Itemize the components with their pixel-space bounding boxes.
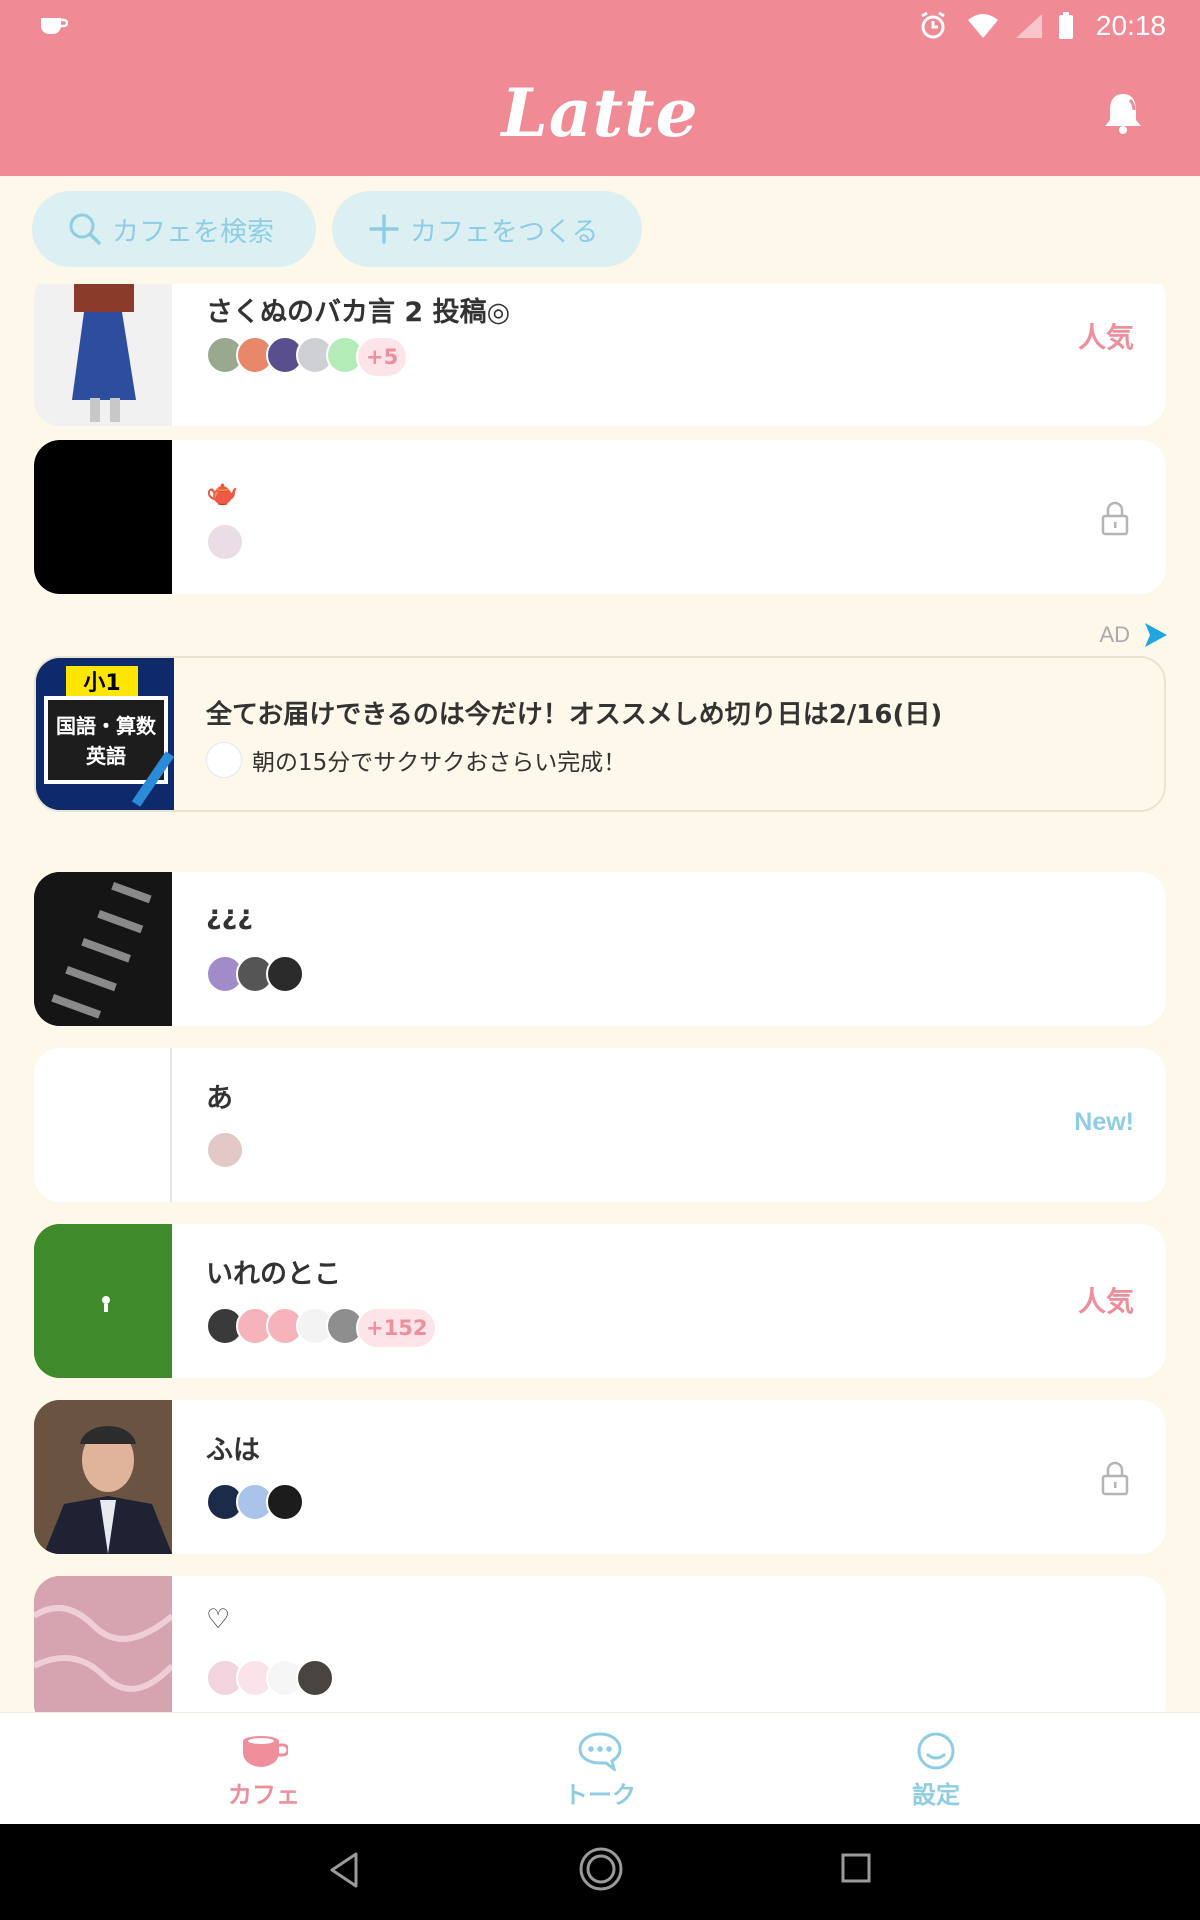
ad-text: AD xyxy=(1099,622,1130,647)
cafe-thumbnail xyxy=(34,1576,175,1712)
ad-thumbnail: 小1 国語・算数 英語 xyxy=(36,658,175,810)
ad-subtitle: 朝の15分でサクサクおさらい完成！ xyxy=(252,750,627,776)
member-avatars xyxy=(206,523,244,561)
lock-icon xyxy=(1101,501,1129,536)
cafe-card[interactable]: 🫖 xyxy=(34,440,1166,594)
app-logo: Latte xyxy=(501,74,699,152)
more-members-count: +152 xyxy=(356,1307,438,1349)
cafe-thumbnail xyxy=(34,872,172,1026)
search-icon xyxy=(69,213,101,245)
plus-icon xyxy=(369,214,399,244)
status-bar: 20:18 xyxy=(0,0,1200,52)
cafe-thumbnail xyxy=(34,440,172,594)
bell-icon[interactable] xyxy=(1098,88,1148,138)
ad-advertiser-logo xyxy=(206,742,242,778)
nav-settings-label: 設定 xyxy=(912,1781,960,1809)
search-cafe-label: カフェを検索 xyxy=(112,216,274,248)
cafe-thumbnail xyxy=(34,1224,172,1378)
more-members-count: +5 xyxy=(356,336,409,378)
search-cafe-button[interactable]: カフェを検索 xyxy=(32,191,316,267)
ad-play-icon xyxy=(1145,623,1167,647)
avatar xyxy=(266,955,304,993)
avatar xyxy=(206,523,244,561)
nav-tab-cafe[interactable]: カフェ xyxy=(184,1731,344,1810)
lock-icon xyxy=(1101,1461,1129,1496)
avatar xyxy=(296,1659,334,1697)
cafe-title: 🫖 xyxy=(206,478,239,508)
battery-icon xyxy=(1058,12,1073,39)
cafe-title: いれのとこ xyxy=(206,1259,341,1290)
create-cafe-button[interactable]: カフェをつくる xyxy=(332,191,642,267)
ad-title: 全てお届けできるのは今だけ！オススメしめ切り日は2/16(日) xyxy=(206,700,943,730)
ad-thumb-line1: 国語・算数 xyxy=(56,714,156,738)
member-avatars xyxy=(206,1659,334,1697)
cafe-thumbnail xyxy=(34,1048,172,1202)
nav-tab-talk[interactable]: トーク xyxy=(520,1731,680,1810)
nav-talk-label: トーク xyxy=(564,1781,636,1809)
signal-icon xyxy=(1015,14,1042,38)
status-time: 20:18 xyxy=(1095,10,1166,41)
popular-badge: 人気 xyxy=(1077,321,1134,354)
cafe-card[interactable]: さくぬのバカ言 2 投稿◎ +5 人気 xyxy=(34,284,1166,426)
create-cafe-label: カフェをつくる xyxy=(410,216,599,248)
cafe-title: さくぬのバカ言 2 投稿◎ xyxy=(206,297,511,328)
smiley-icon xyxy=(917,1732,955,1770)
member-avatars xyxy=(206,1131,244,1169)
cafe-list: さくぬのバカ言 2 投稿◎ +5 人気 🫖 ¿¿¿ あ New! いれのとこ +… xyxy=(0,284,1200,1712)
ad-grade-badge: 小1 xyxy=(83,671,121,696)
nav-cafe-label: カフェ xyxy=(228,1781,300,1809)
member-avatars xyxy=(206,1483,304,1521)
cafe-title: ふは xyxy=(206,1435,260,1466)
cafe-card[interactable]: いれのとこ +152 人気 xyxy=(34,1224,1166,1378)
ad-thumb-line2: 英語 xyxy=(86,744,126,768)
wifi-icon xyxy=(967,14,998,38)
bottom-nav: カフェ トーク 設定 xyxy=(0,1712,1200,1824)
cafe-thumbnail xyxy=(34,284,172,426)
cafe-title: ♡ xyxy=(206,1604,231,1635)
ad-subtitle-row: 朝の15分でサクサクおさらい完成！ xyxy=(206,742,626,778)
cafe-title: あ xyxy=(206,1083,233,1114)
cup-icon xyxy=(243,1736,288,1767)
chat-icon xyxy=(578,1732,622,1771)
app-header: Latte xyxy=(0,52,1200,176)
new-badge: New! xyxy=(1074,1108,1134,1136)
cup-icon xyxy=(41,18,68,34)
alarm-icon xyxy=(921,11,945,39)
cafe-thumbnail xyxy=(34,1400,172,1554)
avatar xyxy=(266,1483,304,1521)
cafe-card[interactable]: ふは xyxy=(34,1400,1166,1554)
system-nav-bar xyxy=(0,1824,1200,1920)
cafe-card[interactable]: ¿¿¿ xyxy=(34,872,1166,1026)
cafe-card[interactable]: あ New! xyxy=(34,1048,1166,1202)
back-icon[interactable] xyxy=(326,1850,362,1890)
member-avatars xyxy=(206,955,304,993)
nav-tab-settings[interactable]: 設定 xyxy=(856,1731,1016,1810)
member-avatars: +152 xyxy=(206,1307,438,1349)
popular-badge: 人気 xyxy=(1077,1285,1134,1318)
cafe-title: ¿¿¿ xyxy=(206,900,253,931)
ad-label[interactable]: AD xyxy=(1099,620,1170,650)
avatar xyxy=(206,1131,244,1169)
member-avatars: +5 xyxy=(206,336,409,378)
ad-card[interactable]: 小1 国語・算数 英語 全てお届けできるのは今だけ！オススメしめ切り日は2/16… xyxy=(34,656,1166,812)
home-icon[interactable] xyxy=(578,1846,624,1892)
recents-icon[interactable] xyxy=(840,1852,872,1884)
cafe-card[interactable]: ♡ xyxy=(34,1576,1166,1712)
